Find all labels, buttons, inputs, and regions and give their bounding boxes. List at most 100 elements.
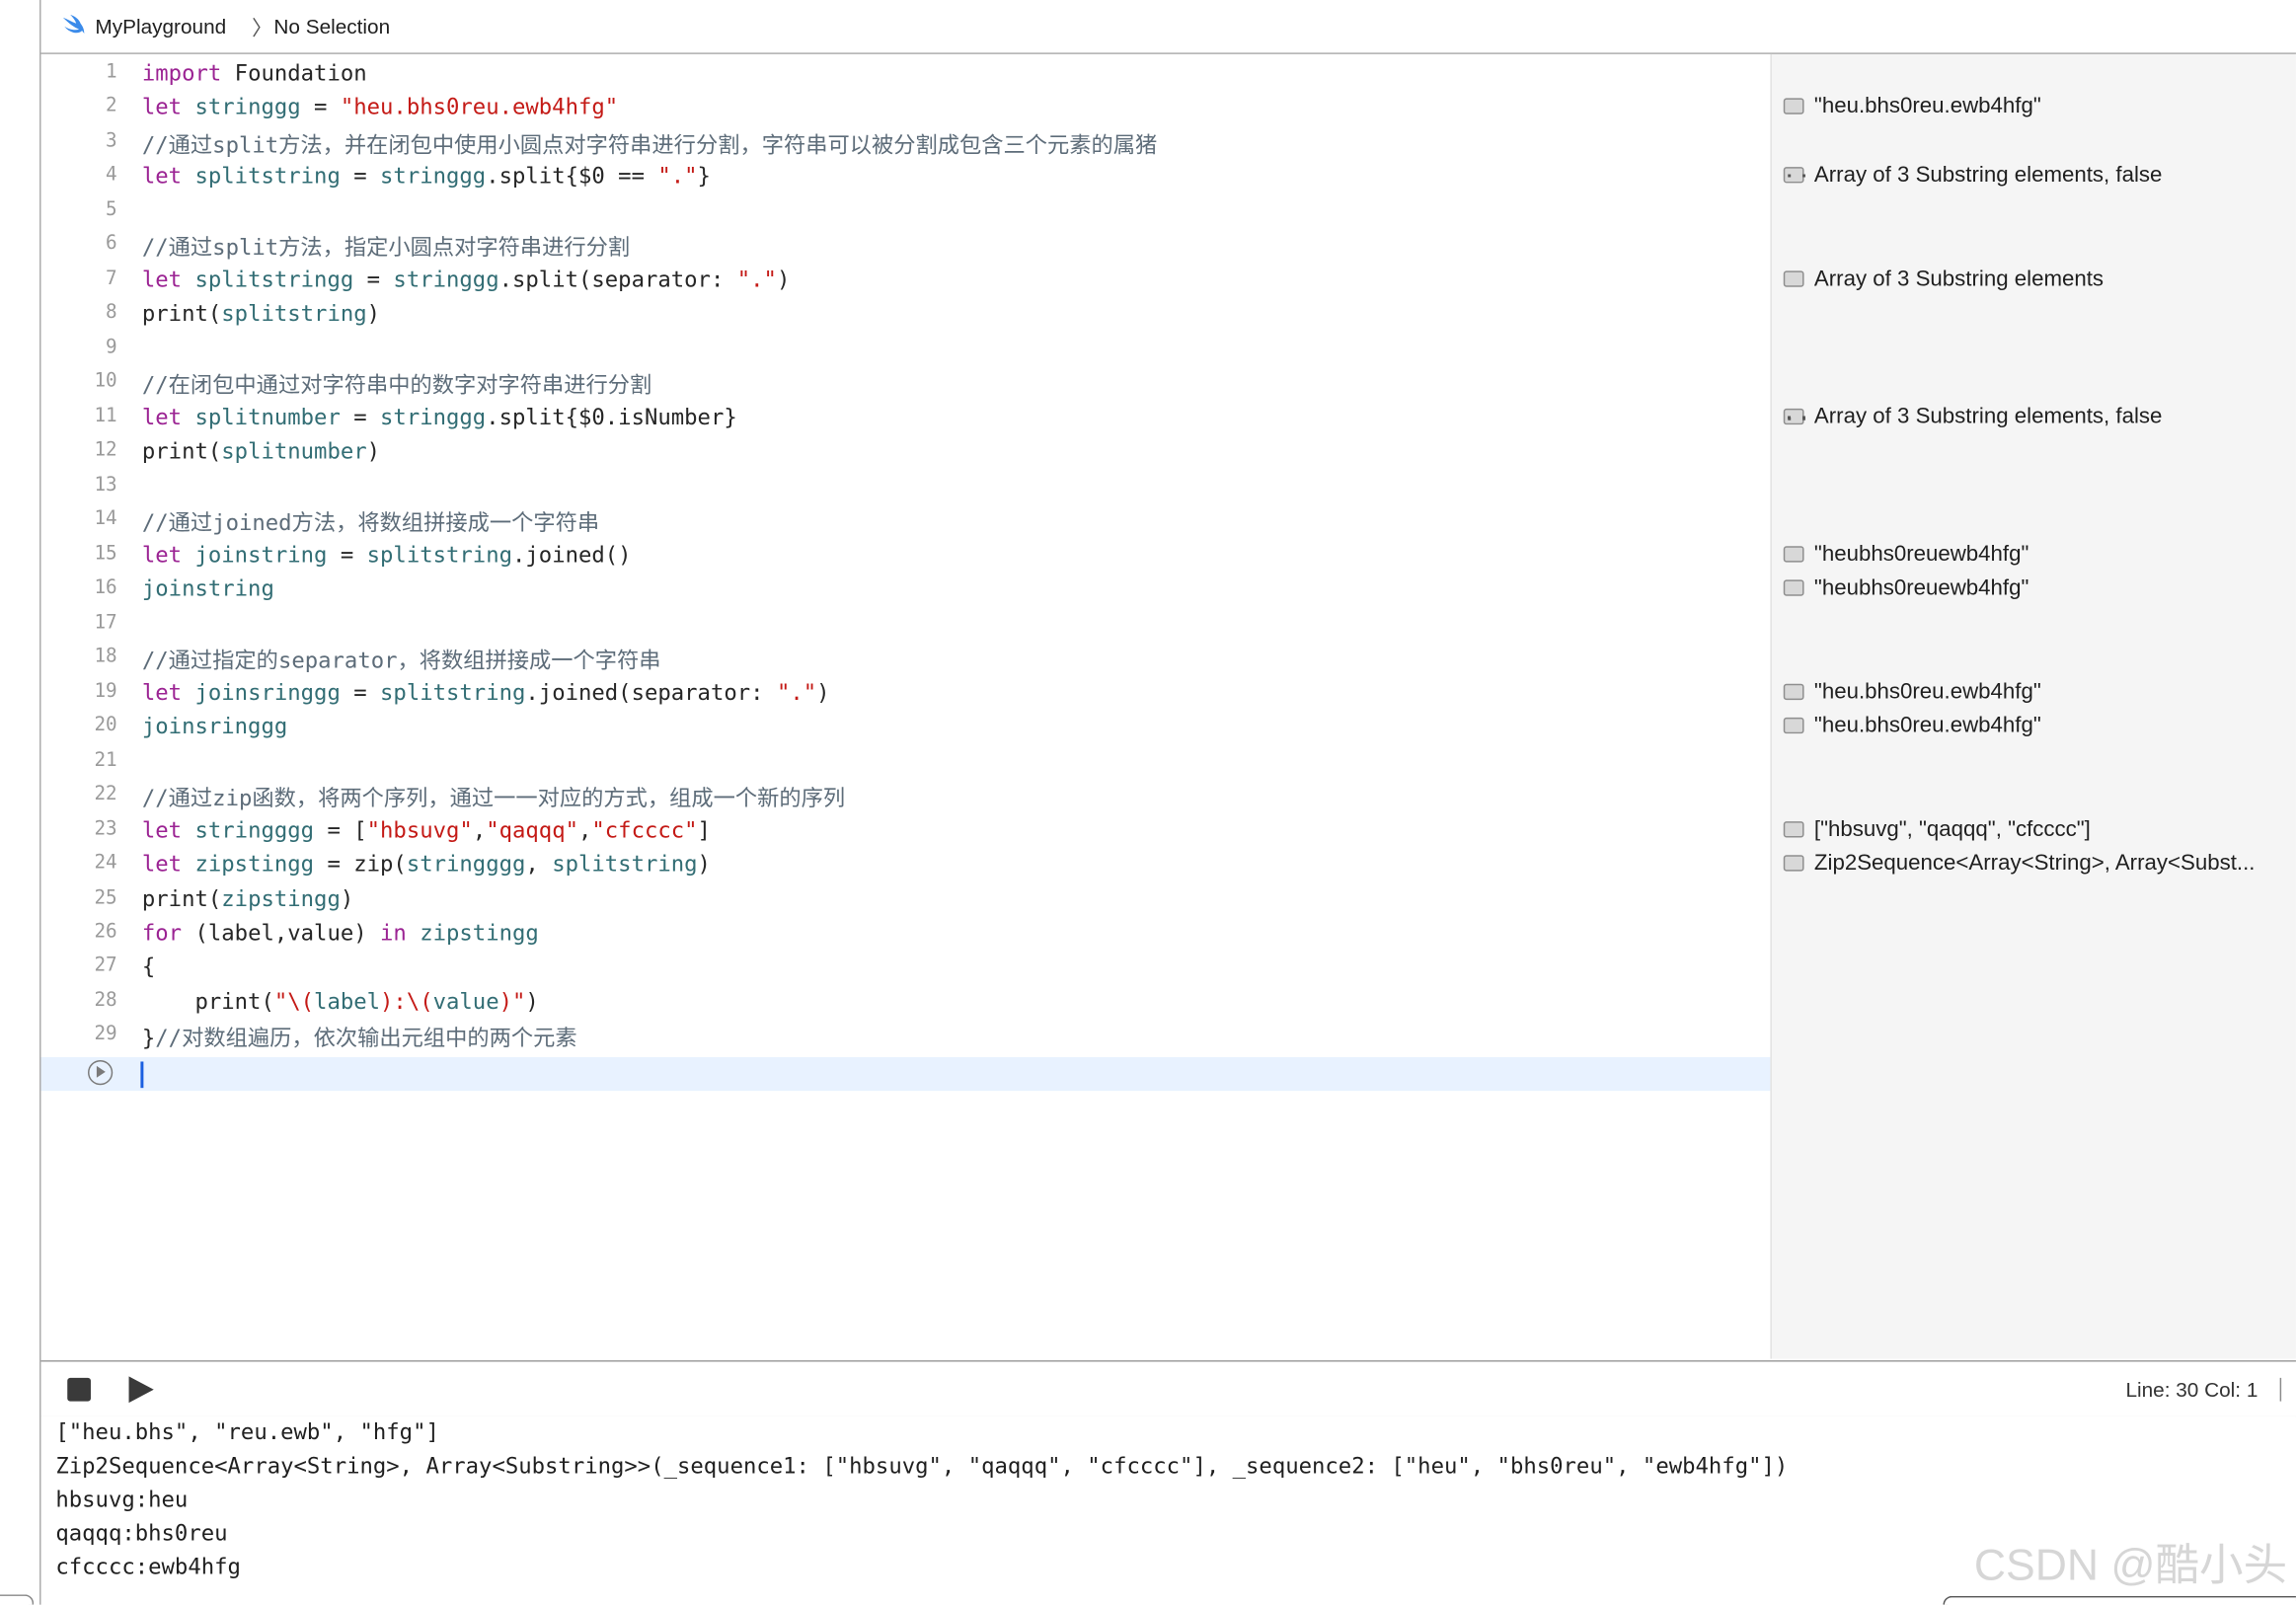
console-line: hbsuvg:heu [55, 1486, 189, 1513]
line-number: 17 [94, 611, 117, 634]
code-token: stringgg [380, 163, 487, 191]
code-line[interactable]: 13 [41, 470, 1771, 503]
code-token: //通过split方法，指定小圆点对字符串进行分割 [141, 234, 631, 262]
code-token: ) [340, 884, 354, 912]
result-value: "heu.bhs0reu.ewb4hfg" [1813, 94, 2041, 119]
code-token: "cfcccc" [591, 816, 698, 843]
code-line[interactable]: 3 //通过split方法，并在闭包中使用小圆点对字符串进行分割，字符串可以被分割… [41, 126, 1771, 160]
code-line[interactable]: 17 [41, 607, 1771, 641]
array-icon[interactable] [1783, 167, 1806, 185]
line-number: 1 [106, 61, 117, 84]
line-number: 15 [94, 542, 117, 566]
line-number: 10 [94, 370, 117, 394]
code-line[interactable]: 15 let joinstring = splitstring.joined() [41, 538, 1771, 572]
code-token: = zip( [314, 850, 407, 878]
stop-icon[interactable] [67, 1377, 91, 1402]
code-token: splitnumber [194, 404, 341, 430]
code-line[interactable]: 18 //通过指定的separator，将数组拼接成一个字符串 [41, 642, 1771, 675]
code-token: let [141, 404, 183, 430]
code-token: .joined() [512, 541, 632, 569]
value-icon[interactable] [1783, 718, 1804, 734]
code-line[interactable]: 14 //通过joined方法，将数组拼接成一个字符串 [41, 504, 1771, 538]
code-token: let [141, 541, 183, 569]
value-icon[interactable] [1783, 545, 1804, 563]
window-edge [0, 0, 41, 1605]
result-value: Array of 3 Substring elements, false [1813, 163, 2163, 189]
code-line[interactable]: 2 let stringgg = "heu.bhs0reu.ewb4hfg" [41, 92, 1771, 125]
value-icon[interactable] [1783, 579, 1804, 597]
code-text: //通过joined方法，将数组拼接成一个字符串 [142, 507, 599, 538]
breadcrumb-project[interactable]: MyPlayground [95, 15, 226, 38]
array-icon[interactable] [1783, 408, 1806, 424]
code-line[interactable]: 22 //通过zip函数，将两个序列，通过一一对应的方式，组成一个新的序列 [41, 779, 1771, 812]
code-text: //通过指定的separator，将数组拼接成一个字符串 [142, 645, 661, 675]
code-line[interactable]: 8 print(splitstring) [41, 298, 1771, 332]
code-text: //通过split方法，并在闭包中使用小圆点对字符串进行分割，字符串可以被分割成… [142, 128, 1157, 159]
corner-decoration [0, 1594, 35, 1605]
code-token: (label,value) [194, 919, 381, 947]
code-line[interactable]: 16 joinstring [41, 573, 1771, 606]
value-icon[interactable] [1783, 270, 1804, 287]
value-icon[interactable] [1783, 855, 1804, 872]
code-line[interactable]: 9 [41, 332, 1771, 365]
line-number: 25 [94, 886, 117, 909]
code-line[interactable]: 24 let zipstingg = zip(stringggg, splitst… [41, 848, 1771, 881]
line-number: 8 [106, 302, 117, 325]
code-token: value [432, 988, 499, 1015]
code-line[interactable]: 4 let splitstring = stringgg.split{$0 == … [41, 160, 1771, 193]
console-output[interactable]: ["heu.bhs", "reu.ewb", "hfg"] Zip2Sequenc… [40, 1415, 2296, 1605]
line-number: 16 [94, 576, 117, 599]
line-number: 11 [94, 405, 117, 427]
code-line[interactable]: 7 let splitstringg = stringgg.split(separ… [41, 264, 1771, 297]
code-token: //通过split方法，并在闭包中使用小圆点对字符串进行分割，字符串可以被分割成… [141, 131, 1158, 159]
code-line[interactable]: 1 import Foundation [41, 57, 1771, 91]
code-token: splitstring [366, 541, 513, 569]
value-icon[interactable] [1783, 683, 1804, 700]
line-number: 22 [94, 783, 117, 805]
play-icon[interactable] [128, 1376, 154, 1404]
code-token: //对数组遍历，依次输出元组中的两个元素 [155, 1026, 577, 1052]
value-icon[interactable] [1783, 820, 1804, 837]
results-sidebar: "heu.bhs0reu.ewb4hfg" Array of 3 Substrin… [1770, 53, 2296, 1359]
divider [2279, 1377, 2282, 1402]
result-value: ["hbsuvg", "qaqqq", "cfcccc"] [1813, 816, 2091, 842]
code-line[interactable]: 27 { [41, 951, 1771, 984]
code-line[interactable]: 23 let stringggg = ["hbsuvg","qaqqq","cfc… [41, 813, 1771, 847]
jump-bar: MyPlayground 〉 No Selection [40, 0, 2296, 54]
swift-icon [61, 14, 85, 42]
code-token: = [340, 404, 381, 430]
code-token: zipstingg [221, 884, 341, 912]
code-line[interactable]: 5 [41, 194, 1771, 228]
code-line[interactable]: 19 let joinsringgg = splitstring.joined(s… [41, 676, 1771, 710]
code-token: print( [141, 884, 222, 912]
code-line[interactable]: 21 [41, 744, 1771, 778]
code-line[interactable]: 11 let splitnumber = stringgg.split{$0.is… [41, 401, 1771, 434]
value-icon[interactable] [1783, 99, 1804, 115]
code-line[interactable]: 20 joinsringgg [41, 711, 1771, 744]
code-token: stringggg [194, 816, 315, 843]
code-token: "qaqqq" [486, 816, 578, 843]
line-number: 14 [94, 508, 117, 531]
code-text: print("\(label):\(value)") [141, 988, 538, 1015]
console-line: Zip2Sequence<Array<String>, Array<Substr… [55, 1452, 1789, 1480]
code-text: for (label,value) in zipstingg [142, 920, 539, 947]
code-line[interactable]: 12 print(splitnumber) [41, 435, 1771, 469]
code-token: = [327, 541, 367, 569]
code-token: print( [141, 988, 274, 1015]
code-line[interactable]: 29}//对数组遍历，依次输出元组中的两个元素 [41, 1020, 1771, 1053]
line-number: 18 [94, 646, 117, 668]
line-number: 5 [106, 198, 117, 221]
code-line[interactable]: 25 print(zipstingg) [41, 882, 1771, 916]
code-line[interactable]: 26 for (label,value) in zipstingg [41, 917, 1771, 951]
run-to-line-icon[interactable] [88, 1059, 114, 1086]
code-token: "heu.bhs0reu.ewb4hfg" [340, 94, 619, 121]
line-number: 2 [106, 96, 117, 118]
line-number: 9 [106, 336, 117, 359]
code-token: , [525, 850, 553, 878]
source-editor[interactable]: 1 import Foundation 2 let stringgg = "heu.b… [40, 53, 1771, 1359]
code-token: let [141, 816, 183, 843]
code-line[interactable]: 28 print("\(label):\(value)") [41, 985, 1771, 1019]
code-line[interactable]: 6 //通过split方法，指定小圆点对字符串进行分割 [41, 229, 1771, 263]
breadcrumb-selection[interactable]: No Selection [273, 15, 390, 38]
code-line[interactable]: 10 //在闭包中通过对字符串中的数字对字符串进行分割 [41, 366, 1771, 400]
